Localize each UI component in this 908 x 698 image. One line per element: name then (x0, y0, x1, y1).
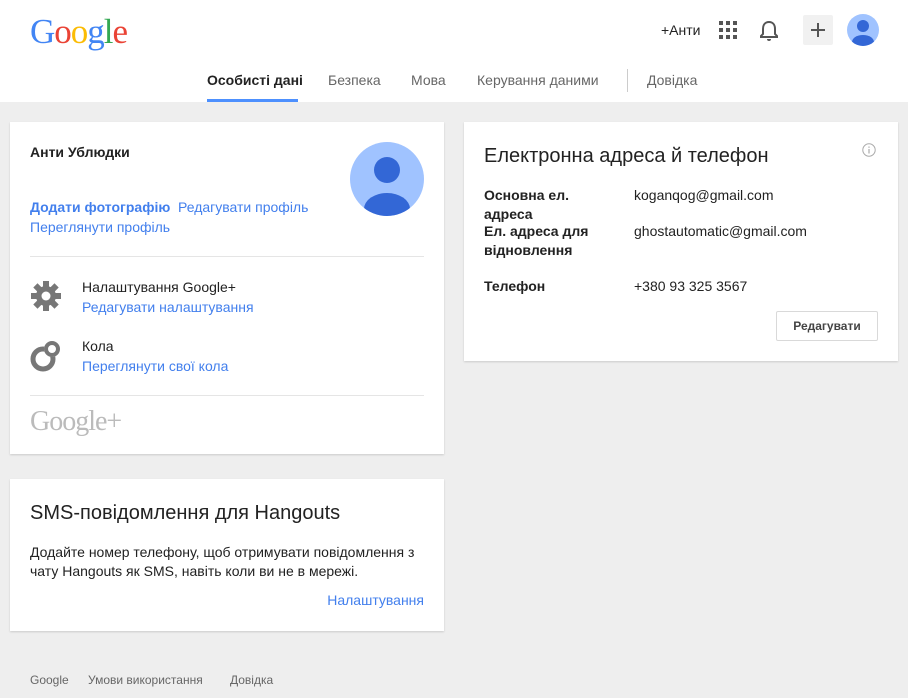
recovery-email-label: Ел. адреса для відновлення (484, 223, 589, 258)
sms-card: SMS-повідомлення для Hangouts Додайте но… (10, 479, 444, 631)
footer-terms-link[interactable]: Умови використання (88, 673, 203, 687)
view-profile-link[interactable]: Переглянути профіль (30, 219, 170, 235)
sms-description: Додайте номер телефону, щоб отримувати п… (30, 544, 415, 579)
view-circles-link[interactable]: Переглянути свої кола (82, 358, 228, 374)
plus-user-link[interactable]: +Анти (661, 22, 700, 38)
contact-card-title: Електронна адреса й телефон (484, 145, 769, 167)
circles-icon (30, 341, 60, 372)
edit-profile-link[interactable]: Редагувати профіль (178, 199, 308, 215)
logo-letter: l (103, 12, 114, 51)
circles-title: Кола (82, 338, 114, 354)
primary-email-label: Основна ел. адреса (484, 187, 569, 222)
tab-data-management[interactable]: Керування даними (477, 72, 599, 88)
profile-name: Анти Ублюдки (30, 144, 130, 160)
apps-icon[interactable] (719, 21, 737, 39)
gplus-settings-title: Налаштування Google+ (82, 279, 236, 295)
tab-separator (627, 69, 628, 92)
primary-email-value: koganqog@gmail.com (634, 187, 774, 203)
phone-label: Телефон (484, 278, 546, 294)
active-tab-indicator (207, 99, 298, 102)
logo-letter: o (70, 12, 88, 51)
add-photo-link[interactable]: Додати фотографію (30, 199, 170, 215)
gear-icon (31, 281, 61, 311)
google-logo[interactable]: Google (30, 12, 129, 51)
logo-letter: e (112, 12, 129, 51)
edit-settings-link[interactable]: Редагувати налаштування (82, 299, 254, 315)
profile-card: Анти Ублюдки Додати фотографію Редагуват… (10, 122, 444, 454)
sms-card-title: SMS-повідомлення для Hangouts (30, 502, 341, 524)
tab-help[interactable]: Довідка (647, 72, 697, 88)
footer-google-link[interactable]: Google (30, 673, 69, 687)
tab-bar: Особисті дані Безпека Мова Керування дан… (0, 68, 908, 102)
contact-card: Електронна адреса й телефон Основна ел. … (464, 122, 898, 361)
recovery-email-value: ghostautomatic@gmail.com (634, 223, 807, 239)
divider (30, 256, 424, 257)
sms-settings-link[interactable]: Налаштування (327, 592, 424, 608)
info-icon[interactable] (862, 143, 876, 157)
avatar[interactable] (847, 14, 879, 46)
tab-security[interactable]: Безпека (328, 72, 381, 88)
gplus-logo: Google+ (30, 406, 122, 437)
phone-value: +380 93 325 3567 (634, 278, 748, 294)
logo-letter: g (87, 12, 104, 51)
tab-language[interactable]: Мова (411, 72, 446, 88)
tab-personal-info[interactable]: Особисті дані (207, 72, 303, 88)
top-bar: Google +Анти Особисті дані Безпека Мова … (0, 0, 908, 102)
logo-letter: G (30, 12, 55, 51)
logo-letter: o (54, 12, 71, 51)
plus-icon (811, 23, 825, 37)
edit-button[interactable]: Редагувати (776, 311, 878, 341)
share-button[interactable] (803, 15, 833, 45)
person-icon (364, 157, 410, 216)
bell-icon[interactable] (759, 20, 779, 42)
footer-help-link[interactable]: Довідка (230, 673, 273, 687)
person-icon (852, 20, 874, 46)
profile-avatar[interactable] (350, 142, 424, 216)
divider (30, 395, 424, 396)
